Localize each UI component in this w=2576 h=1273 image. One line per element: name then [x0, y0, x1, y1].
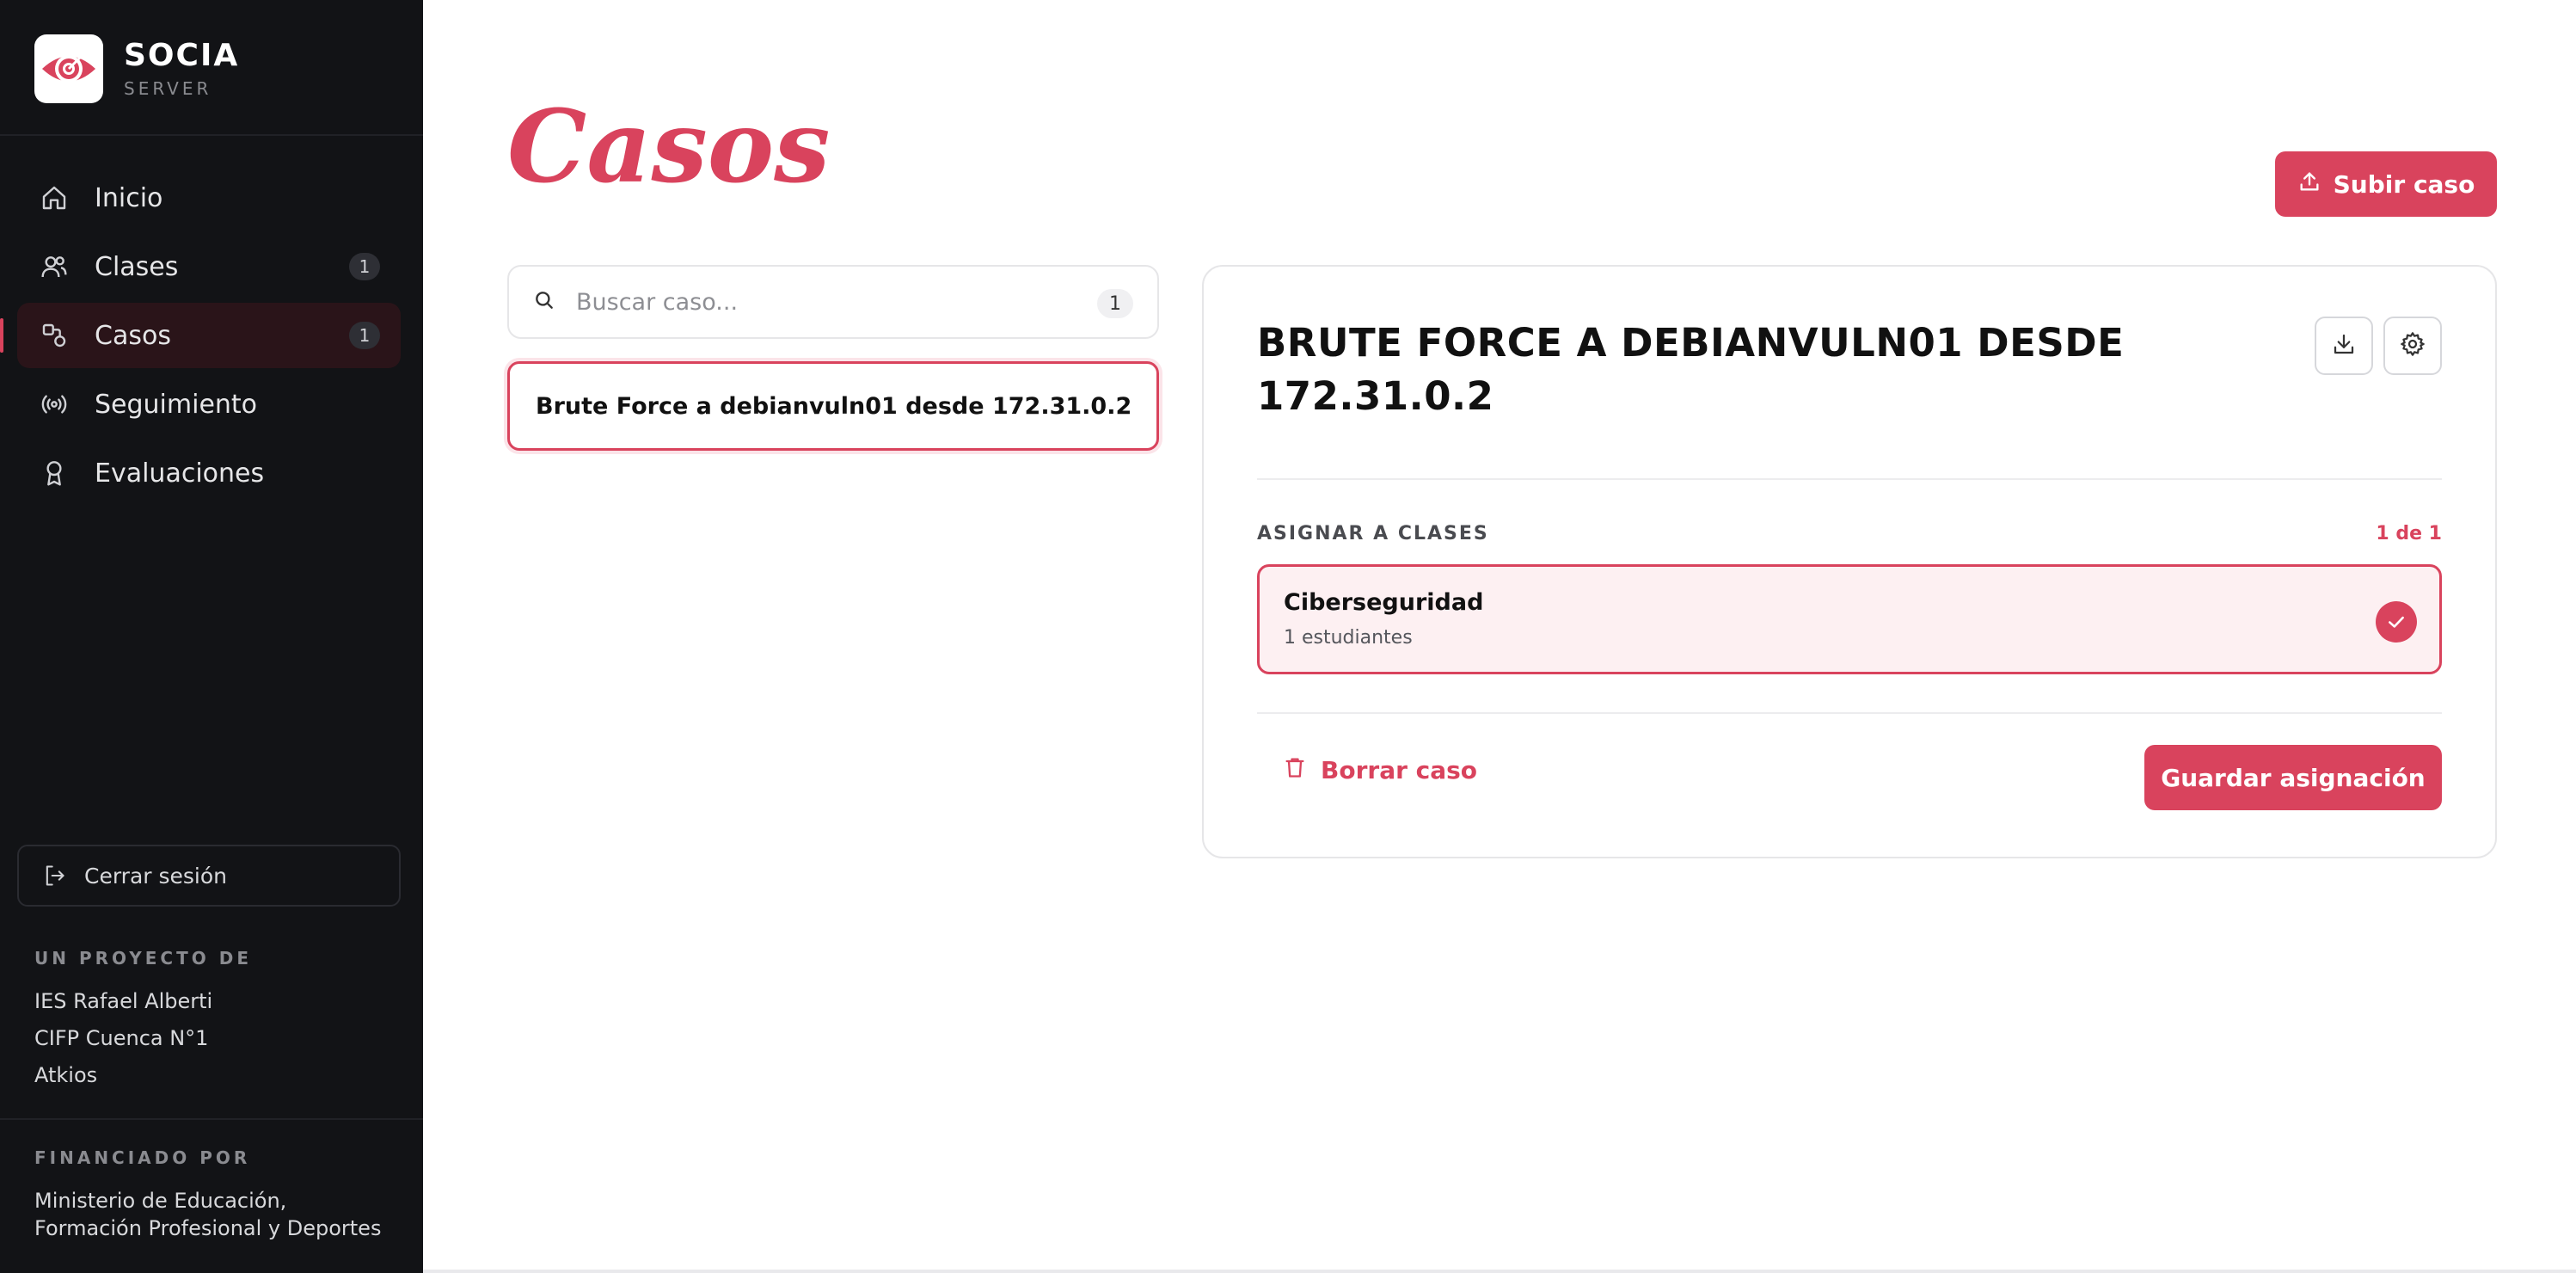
page-title: Casos — [507, 89, 831, 206]
case-detail-title: BRUTE FORCE A DEBIANVULN01 DESDE 172.31.… — [1257, 317, 2203, 423]
project-heading: UN PROYECTO DE — [34, 948, 252, 969]
save-assignment-button[interactable]: Guardar asignación — [2144, 745, 2442, 810]
search-input[interactable] — [576, 288, 1058, 316]
logout-icon — [40, 861, 69, 890]
project-line: IES Rafael Alberti — [34, 989, 213, 1013]
users-icon — [40, 252, 69, 281]
search-icon — [533, 289, 555, 315]
sidebar-item-label: Evaluaciones — [95, 458, 265, 489]
search-result-count: 1 — [1097, 289, 1133, 318]
download-case-button[interactable] — [2315, 317, 2373, 375]
case-detail-title-line: 172.31.0.2 — [1257, 373, 1494, 419]
project-line: CIFP Cuenca N°1 — [34, 1026, 209, 1050]
panel-divider — [1257, 712, 2442, 714]
sidebar: SOCIA SERVER Inicio Clases 1 Casos 1 Seg… — [0, 0, 423, 1273]
sidebar-item-evaluaciones[interactable]: Evaluaciones — [17, 440, 401, 506]
sidebar-item-label: Clases — [95, 251, 179, 282]
home-icon — [40, 183, 69, 212]
sidebar-item-casos[interactable]: Casos 1 — [0, 303, 401, 368]
delete-case-button[interactable]: Borrar caso — [1283, 755, 1477, 785]
check-icon — [2376, 601, 2417, 643]
sidebar-item-label: Seguimiento — [95, 389, 258, 420]
sidebar-item-label: Inicio — [95, 182, 163, 213]
assign-classes-count: 1 de 1 — [2376, 523, 2442, 544]
clases-count-badge: 1 — [349, 253, 380, 280]
download-icon — [2331, 331, 2357, 360]
brand[interactable]: SOCIA SERVER — [34, 34, 239, 103]
sidebar-item-label: Casos — [95, 320, 171, 351]
sidebar-item-clases[interactable]: Clases 1 — [17, 234, 401, 299]
brand-name: SOCIA — [124, 38, 240, 73]
logout-label: Cerrar sesión — [84, 863, 228, 889]
class-name: Ciberseguridad — [1284, 589, 1484, 616]
funded-heading: FINANCIADO POR — [34, 1147, 251, 1168]
radio-broadcast-icon — [40, 390, 69, 419]
funded-line: Formación Profesional y Deportes — [34, 1216, 382, 1240]
case-detail-panel: BRUTE FORCE A DEBIANVULN01 DESDE 172.31.… — [1202, 265, 2497, 858]
award-icon — [40, 458, 69, 488]
trash-icon — [1283, 755, 1307, 785]
shapes-icon — [40, 321, 69, 350]
assign-classes-heading: ASIGNAR A CLASES — [1257, 523, 1489, 544]
casos-count-badge: 1 — [349, 322, 380, 349]
upload-case-label: Subir caso — [2333, 169, 2475, 199]
class-option-ciberseguridad[interactable]: Ciberseguridad 1 estudiantes — [1257, 564, 2442, 674]
socia-eye-logo-icon — [34, 34, 103, 103]
funded-line: Ministerio de Educación, — [34, 1189, 287, 1213]
sidebar-divider — [0, 134, 423, 136]
sidebar-nav: Inicio Clases 1 Casos 1 Seguimiento Eval… — [0, 165, 401, 509]
case-list-item[interactable]: Brute Force a debianvuln01 desde 172.31.… — [507, 361, 1159, 451]
window-bottom-edge — [423, 1270, 2576, 1273]
case-detail-title-line: BRUTE FORCE A DEBIANVULN01 DESDE — [1257, 320, 2125, 366]
gear-icon — [2399, 330, 2426, 361]
class-student-count: 1 estudiantes — [1284, 627, 1413, 649]
upload-icon — [2297, 169, 2321, 200]
case-settings-button[interactable] — [2383, 317, 2442, 375]
sidebar-item-seguimiento[interactable]: Seguimiento — [17, 372, 401, 437]
delete-case-label: Borrar caso — [1321, 756, 1478, 784]
case-search: 1 — [507, 265, 1159, 339]
panel-divider — [1257, 478, 2442, 480]
logout-button[interactable]: Cerrar sesión — [17, 845, 401, 907]
sidebar-divider — [0, 1118, 423, 1120]
brand-subtitle: SERVER — [124, 78, 212, 99]
upload-case-button[interactable]: Subir caso — [2275, 151, 2497, 217]
sidebar-item-inicio[interactable]: Inicio — [17, 165, 401, 231]
project-line: Atkios — [34, 1063, 98, 1087]
